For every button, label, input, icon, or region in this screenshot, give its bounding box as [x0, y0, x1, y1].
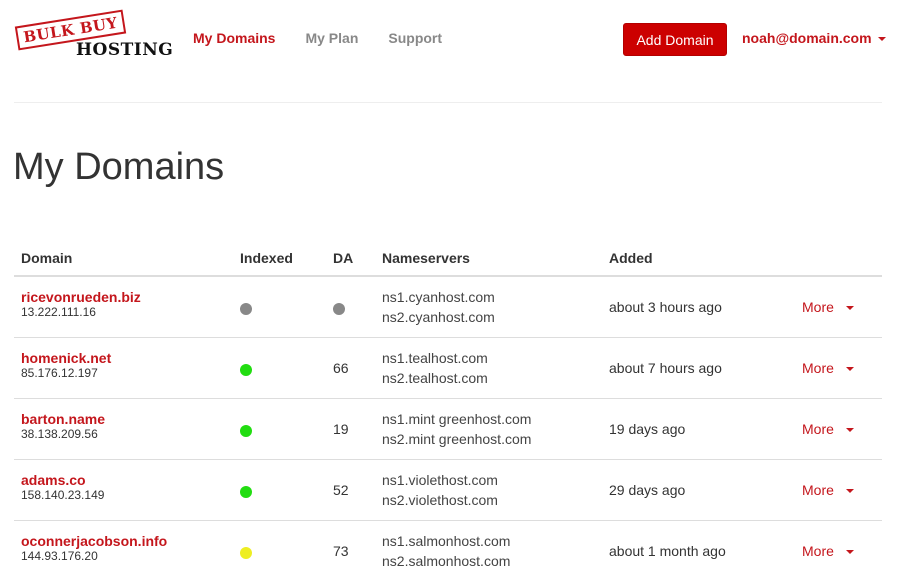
table-row: ricevonrueden.biz 13.222.111.16 ns1.cyanh… — [14, 276, 882, 338]
page-title: My Domains — [13, 146, 225, 188]
domain-ip: 38.138.209.56 — [21, 426, 98, 441]
caret-down-icon — [845, 306, 854, 311]
col-nameservers[interactable]: Nameservers — [375, 240, 602, 277]
user-menu[interactable]: noah@domain.com — [742, 30, 886, 46]
col-da[interactable]: DA — [326, 240, 375, 277]
added-time: about 1 month ago — [609, 542, 726, 559]
user-email: noah@domain.com — [742, 30, 872, 46]
domain-link[interactable]: homenick.net — [21, 350, 226, 366]
da-value: 19 — [333, 420, 349, 437]
nav-my-domains[interactable]: My Domains — [193, 30, 275, 46]
more-label: More — [802, 298, 834, 315]
domain-link[interactable]: barton.name — [21, 411, 226, 427]
nameserver-2: ns2.tealhost.com — [382, 369, 488, 386]
col-added[interactable]: Added — [602, 240, 795, 277]
caret-down-icon — [845, 488, 854, 493]
nameserver-1: ns1.violethost.com — [382, 471, 498, 488]
added-time: 19 days ago — [609, 420, 686, 437]
added-time: 29 days ago — [609, 481, 686, 498]
da-value: 66 — [333, 359, 349, 376]
col-domain[interactable]: Domain — [14, 240, 233, 277]
more-dropdown[interactable]: More — [802, 360, 854, 376]
col-actions — [795, 240, 882, 277]
add-domain-button[interactable]: Add Domain — [623, 23, 727, 56]
indexed-status-dot — [240, 364, 252, 376]
more-dropdown[interactable]: More — [802, 543, 854, 559]
domain-ip: 158.140.23.149 — [21, 487, 105, 502]
caret-down-icon — [845, 550, 854, 555]
table-row: barton.name 38.138.209.56 19 ns1.mint gre… — [14, 398, 882, 460]
caret-down-icon — [845, 427, 854, 432]
more-label: More — [802, 359, 834, 376]
more-label: More — [802, 481, 834, 498]
nameserver-2: ns2.violethost.com — [382, 491, 498, 508]
table-row: homenick.net 85.176.12.197 66 ns1.tealhos… — [14, 337, 882, 399]
table-row: oconnerjacobson.info 144.93.176.20 73 ns1… — [14, 520, 882, 581]
indexed-status-dot — [240, 303, 252, 316]
header-divider — [14, 102, 882, 103]
nameserver-1: ns1.salmonhost.com — [382, 532, 511, 549]
caret-down-icon — [877, 37, 886, 42]
da-value: 52 — [333, 481, 349, 498]
table-header-row: Domain Indexed DA Nameservers Added — [14, 240, 882, 277]
domain-link[interactable]: oconnerjacobson.info — [21, 533, 226, 549]
more-label: More — [802, 542, 834, 559]
logo-subtitle: HOSTING — [76, 40, 174, 60]
logo[interactable]: BULK BUY HOSTING — [14, 9, 173, 64]
indexed-status-dot — [240, 425, 252, 437]
nameserver-1: ns1.tealhost.com — [382, 349, 488, 366]
nav-my-plan[interactable]: My Plan — [305, 30, 358, 46]
more-dropdown[interactable]: More — [802, 299, 854, 315]
nameserver-1: ns1.mint greenhost.com — [382, 410, 532, 427]
indexed-status-dot — [240, 486, 252, 498]
da-value: 73 — [333, 542, 349, 559]
table-row: adams.co 158.140.23.149 52 ns1.violethost… — [14, 459, 882, 521]
main-nav: My Domains My Plan Support — [193, 30, 472, 46]
domain-link[interactable]: ricevonrueden.biz — [21, 289, 226, 305]
more-dropdown[interactable]: More — [802, 482, 854, 498]
domain-ip: 13.222.111.16 — [21, 304, 96, 319]
nameserver-2: ns2.cyanhost.com — [382, 308, 495, 325]
indexed-status-dot — [240, 547, 252, 560]
nameserver-2: ns2.salmonhost.com — [382, 552, 511, 569]
col-indexed[interactable]: Indexed — [233, 240, 326, 277]
caret-down-icon — [845, 366, 854, 371]
domain-ip: 144.93.176.20 — [21, 548, 98, 563]
domain-link[interactable]: adams.co — [21, 472, 226, 488]
domains-table: Domain Indexed DA Nameservers Added rice… — [14, 240, 882, 581]
da-status-dot — [333, 303, 345, 316]
domain-ip: 85.176.12.197 — [21, 365, 98, 380]
added-time: about 7 hours ago — [609, 359, 722, 376]
more-label: More — [802, 420, 834, 437]
nameserver-2: ns2.mint greenhost.com — [382, 430, 532, 447]
nameserver-1: ns1.cyanhost.com — [382, 288, 495, 305]
added-time: about 3 hours ago — [609, 298, 722, 315]
more-dropdown[interactable]: More — [802, 421, 854, 437]
nav-support[interactable]: Support — [388, 30, 442, 46]
